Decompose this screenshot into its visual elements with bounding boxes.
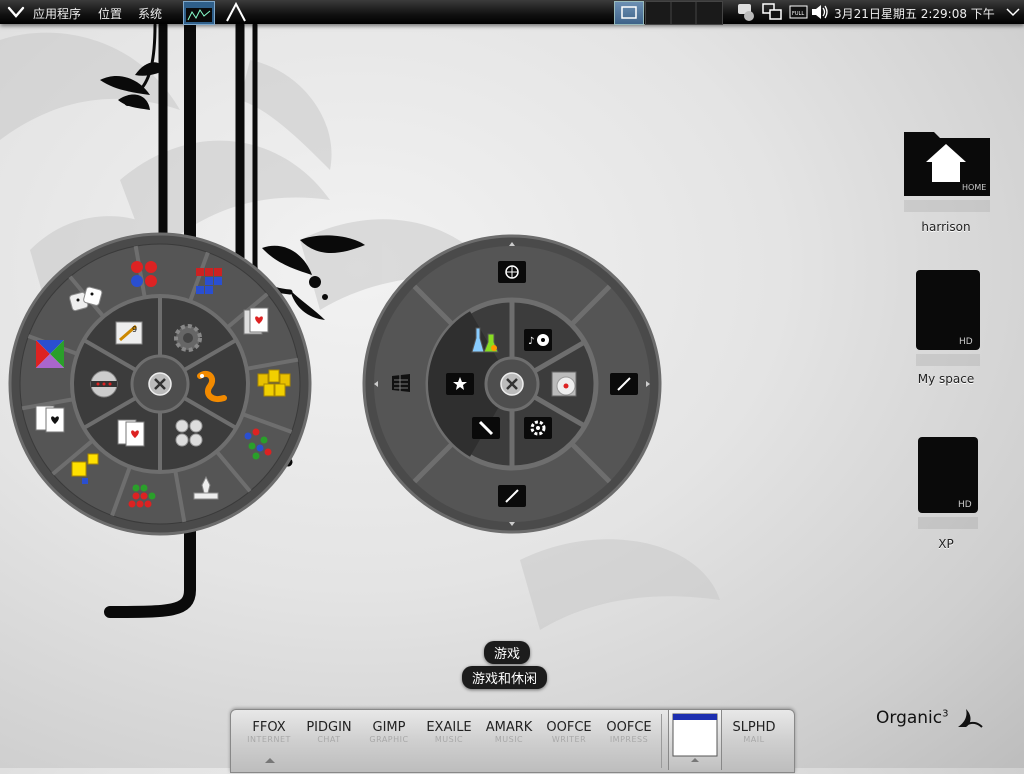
sudoku-icon[interactable] [36, 340, 64, 368]
arch-launcher-icon[interactable] [224, 1, 248, 22]
chevron-down-icon[interactable] [6, 3, 26, 21]
hard-drive-icon: HD [916, 270, 980, 366]
desktop-icon-label: My space [917, 372, 975, 386]
desktop-icon-my-space[interactable]: HD My space [896, 268, 996, 386]
dock-item-exaile[interactable]: EXAILE MUSIC [419, 720, 479, 744]
settings-gear-icon[interactable] [524, 417, 552, 439]
svg-text:9: 9 [132, 325, 137, 334]
svg-text:♪: ♪ [528, 336, 534, 347]
dock-item-gimp[interactable]: GIMP GRAPHIC [359, 720, 419, 744]
freecell-icon[interactable] [35, 405, 65, 433]
my-space-drive-text: HD [959, 337, 973, 347]
desktop-icon-label: harrison [921, 220, 971, 234]
workspace-switcher[interactable] [645, 1, 723, 25]
close-icon[interactable] [148, 372, 172, 396]
system-monitor-icon[interactable] [183, 1, 215, 25]
dock-tray-window[interactable] [668, 710, 722, 770]
dock-item-oofce-impress[interactable]: OOFCE IMPRESS [599, 720, 659, 744]
dock-item-label: OOFCE [546, 720, 592, 735]
category-tooltip: 游戏 [484, 641, 531, 664]
windows-icon[interactable] [392, 374, 410, 392]
menu-applications[interactable]: 应用程序 [33, 5, 81, 22]
desktop-icon-home[interactable]: HOME harrison [896, 126, 996, 234]
dock-item-sub: MUSIC [494, 735, 524, 744]
brand-sup: 3 [942, 708, 949, 720]
dock-item-sub: GRAPHIC [369, 735, 409, 744]
brand-name: Organic [876, 708, 943, 728]
brand-logo: Organic3 [876, 705, 984, 731]
poker-cards-icon[interactable] [117, 419, 145, 447]
battery-label: FULL [792, 11, 804, 17]
dock-item-ffox[interactable]: FFOX INTERNET [239, 720, 299, 744]
graphics-brush-icon[interactable] [472, 417, 500, 439]
window-thumbnail-icon [672, 713, 718, 762]
dock-item-label: SLPHD [732, 720, 776, 735]
app-dock: FFOX INTERNET PIDGIN CHAT GIMP GRAPHIC E… [230, 709, 795, 773]
dock-item-sub: IMPRESS [609, 735, 649, 744]
gear-icon[interactable] [174, 324, 202, 352]
dock-item-label: AMARK [485, 720, 533, 735]
dock-item-label: OOFCE [606, 720, 652, 735]
hard-drive-icon: HD [918, 437, 978, 529]
volume-icon[interactable] [810, 3, 830, 21]
network-icon[interactable] [762, 2, 784, 22]
dock-separator [661, 714, 662, 768]
office-pen-icon[interactable] [498, 485, 526, 507]
dock-item-amark[interactable]: AMARK MUSIC [479, 720, 539, 744]
cd-drive-icon[interactable] [551, 371, 577, 397]
dock-item-slphd[interactable]: SLPHD MAIL [724, 720, 784, 744]
clock[interactable]: 3月21日星期五 2:29:08 下午 [834, 5, 995, 22]
internet-globe-icon[interactable] [498, 261, 526, 283]
dock-item-sub: MUSIC [434, 735, 464, 744]
home-drive-text: HOME [962, 183, 986, 192]
dock-item-sub: WRITER [551, 735, 587, 744]
xp-drive-text: HD [958, 500, 972, 510]
top-panel: 应用程序 位置 系统 FULL 3月21日星期五 2:29:08 下午 [0, 0, 1024, 25]
notepad-icon[interactable]: 9 [115, 321, 143, 345]
multimedia-icon[interactable]: ♪ [524, 329, 552, 351]
dock-item-oofce-writer[interactable]: OOFCE WRITER [539, 720, 599, 744]
active-indicator-icon [265, 758, 275, 763]
description-tooltip: 游戏和休闲 [462, 666, 548, 689]
menu-places[interactable]: 位置 [98, 5, 122, 22]
dock-item-sub: MAIL [743, 735, 765, 744]
desktop-icon-xp[interactable]: HD XP [896, 435, 996, 551]
favorites-star-icon[interactable] [446, 373, 474, 395]
blackjack-icon[interactable] [90, 370, 118, 398]
dock-item-label: EXAILE [426, 720, 472, 735]
dock-item-label: FFOX [252, 720, 286, 735]
dock-item-sub: CHAT [317, 735, 341, 744]
games-wheel: 9 [8, 232, 312, 536]
categories-wheel: ♪ [362, 234, 662, 534]
show-desktop-icon[interactable] [1004, 3, 1022, 21]
accessories-pen-icon[interactable] [610, 373, 638, 395]
solitaire-cards-icon[interactable] [243, 307, 269, 335]
dock-item-sub: INTERNET [247, 735, 291, 744]
close-icon[interactable] [500, 372, 524, 396]
battery-icon[interactable]: FULL [789, 4, 809, 20]
menu-system[interactable]: 系统 [138, 5, 162, 22]
desktop-icon-label: XP [938, 537, 954, 551]
dock-item-label: PIDGIN [306, 720, 352, 735]
notification-icon[interactable] [736, 2, 758, 22]
dock-item-pidgin[interactable]: PIDGIN CHAT [299, 720, 359, 744]
leaf-logo-icon [957, 709, 983, 728]
dock-item-label: GIMP [372, 720, 406, 735]
home-folder-icon: HOME [904, 132, 990, 212]
window-list-button[interactable] [614, 1, 644, 25]
